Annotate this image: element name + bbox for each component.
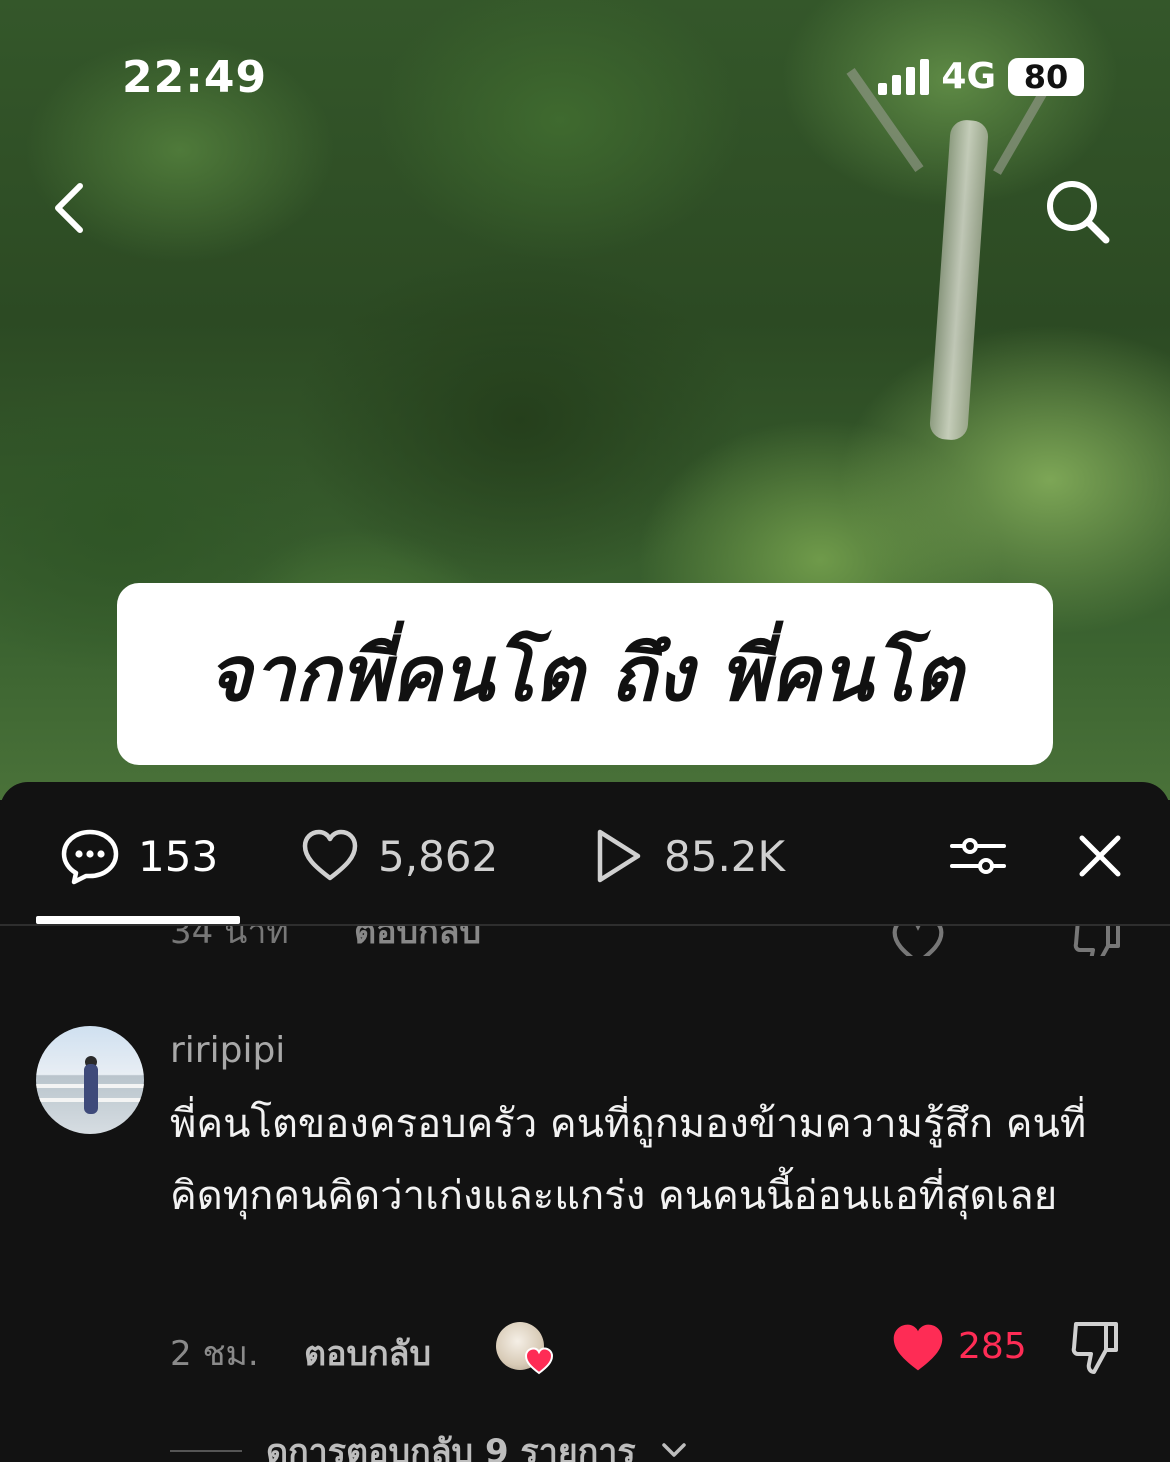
back-button[interactable] [44, 178, 104, 238]
likes-count: 5,862 [378, 831, 499, 881]
comment-username[interactable]: riripipi [170, 1030, 285, 1071]
previous-comment-footer: 34 นาที ตอบกลับ [0, 926, 1170, 956]
view-replies-label: ดูการตอบกลับ 9 รายการ [266, 1432, 636, 1462]
previous-comment-time: 34 นาที [170, 926, 289, 952]
close-button[interactable] [1072, 828, 1128, 884]
filter-button[interactable] [948, 826, 1008, 886]
tab-views[interactable]: 85.2K [590, 826, 785, 886]
tab-likes[interactable]: 5,862 [300, 826, 498, 886]
reply-button[interactable]: ตอบกลับ [304, 1326, 431, 1380]
play-icon [597, 829, 641, 883]
avatar[interactable] [36, 1026, 144, 1134]
dislike-icon[interactable] [1070, 1320, 1122, 1376]
heart-filled-icon [524, 1347, 554, 1375]
comment-text: พี่คนโตของครอบครัว คนที่ถูกมองข้ามความรู… [170, 1101, 1087, 1219]
views-count: 85.2K [664, 831, 786, 881]
heart-outline-icon[interactable] [890, 926, 946, 956]
search-button[interactable] [1042, 176, 1112, 246]
network-type: 4G [941, 56, 996, 97]
signal-icon [878, 58, 930, 95]
comments-sheet: 153 5,862 85.2K 34 นาที ตอบกลับ riripipi… [0, 782, 1170, 1462]
comment-icon [61, 829, 119, 885]
previous-reply-button[interactable]: ตอบกลับ [354, 926, 481, 956]
replies-divider [170, 1450, 242, 1452]
battery-icon: 80 [1008, 57, 1084, 96]
active-tab-indicator [36, 916, 240, 924]
tree-trunk [928, 119, 990, 441]
status-indicators: 4G 80 [878, 56, 1084, 97]
video-caption: จากพี่คนโต ถึง พี่คนโต [117, 583, 1053, 765]
chevron-down-icon [661, 1443, 686, 1457]
chevron-left-icon [55, 183, 83, 233]
comments-tab-bar: 153 5,862 85.2K [0, 782, 1170, 926]
sliders-icon [950, 838, 1006, 874]
view-replies-button[interactable]: ดูการตอบกลับ 9 รายการ [170, 1424, 688, 1462]
heart-outline-icon [302, 829, 358, 881]
comments-count: 153 [138, 831, 219, 881]
tab-comments[interactable]: 153 [60, 826, 218, 886]
search-icon [1047, 181, 1110, 244]
comment-time: 2 ชม. [170, 1334, 259, 1374]
comment-like-count: 285 [958, 1326, 1027, 1367]
status-time: 22:49 [122, 52, 268, 103]
like-heart-icon[interactable] [890, 1320, 946, 1376]
dislike-icon[interactable] [1072, 926, 1124, 956]
close-icon [1079, 835, 1121, 877]
